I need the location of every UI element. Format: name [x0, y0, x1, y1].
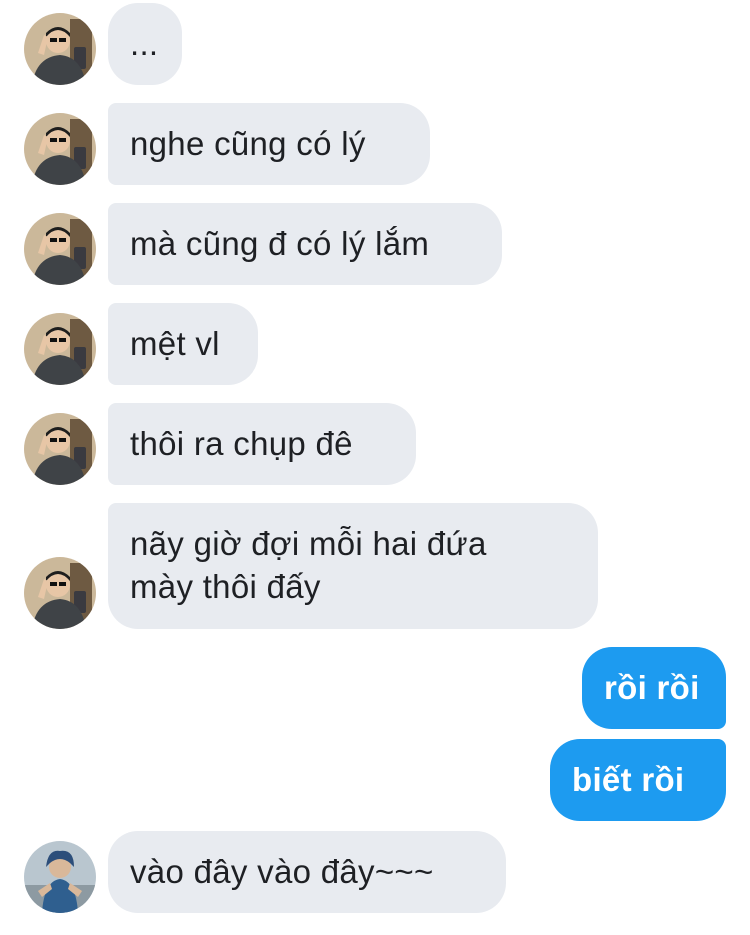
- message-bubble-incoming[interactable]: ...: [108, 3, 182, 85]
- contact-b-avatar[interactable]: [24, 841, 96, 913]
- person-photo-icon: [24, 313, 96, 385]
- message-bubble-outgoing[interactable]: biết rồi: [550, 739, 726, 821]
- person-photo-icon: [24, 13, 96, 85]
- person-photo-icon: [24, 557, 96, 629]
- message-bubble-incoming[interactable]: nghe cũng có lý: [108, 103, 430, 185]
- contact-a-avatar[interactable]: [24, 557, 96, 629]
- contact-a-avatar[interactable]: [24, 313, 96, 385]
- contact-a-avatar[interactable]: [24, 413, 96, 485]
- message-bubble-incoming[interactable]: thôi ra chụp đê: [108, 403, 416, 485]
- message-bubble-incoming[interactable]: mệt vl: [108, 303, 258, 385]
- person-photo-icon: [24, 213, 96, 285]
- person-photo-icon: [24, 413, 96, 485]
- message-bubble-incoming[interactable]: vào đây vào đây~~~: [108, 831, 506, 913]
- contact-a-avatar[interactable]: [24, 13, 96, 85]
- message-bubble-outgoing[interactable]: rồi rồi: [582, 647, 726, 729]
- person-photo-icon: [24, 113, 96, 185]
- message-bubble-incoming[interactable]: nãy giờ đợi mỗi hai đứa mày thôi đấy: [108, 503, 598, 629]
- contact-a-avatar[interactable]: [24, 213, 96, 285]
- message-bubble-incoming[interactable]: mà cũng đ có lý lắm: [108, 203, 502, 285]
- person-photo-icon: [24, 841, 96, 913]
- contact-a-avatar[interactable]: [24, 113, 96, 185]
